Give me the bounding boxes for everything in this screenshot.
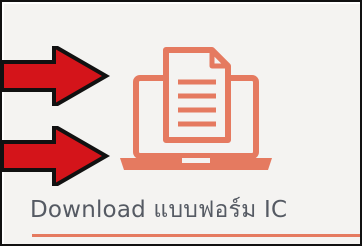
- title-underline: [32, 234, 360, 237]
- document-laptop-icon[interactable]: [116, 40, 276, 176]
- red-arrow-icon: [2, 46, 112, 106]
- screenshot-frame: Download แบบฟอร์ม IC: [0, 0, 362, 246]
- red-arrow-icon: [2, 126, 112, 186]
- download-form-link[interactable]: Download แบบฟอร์ม IC: [30, 192, 360, 228]
